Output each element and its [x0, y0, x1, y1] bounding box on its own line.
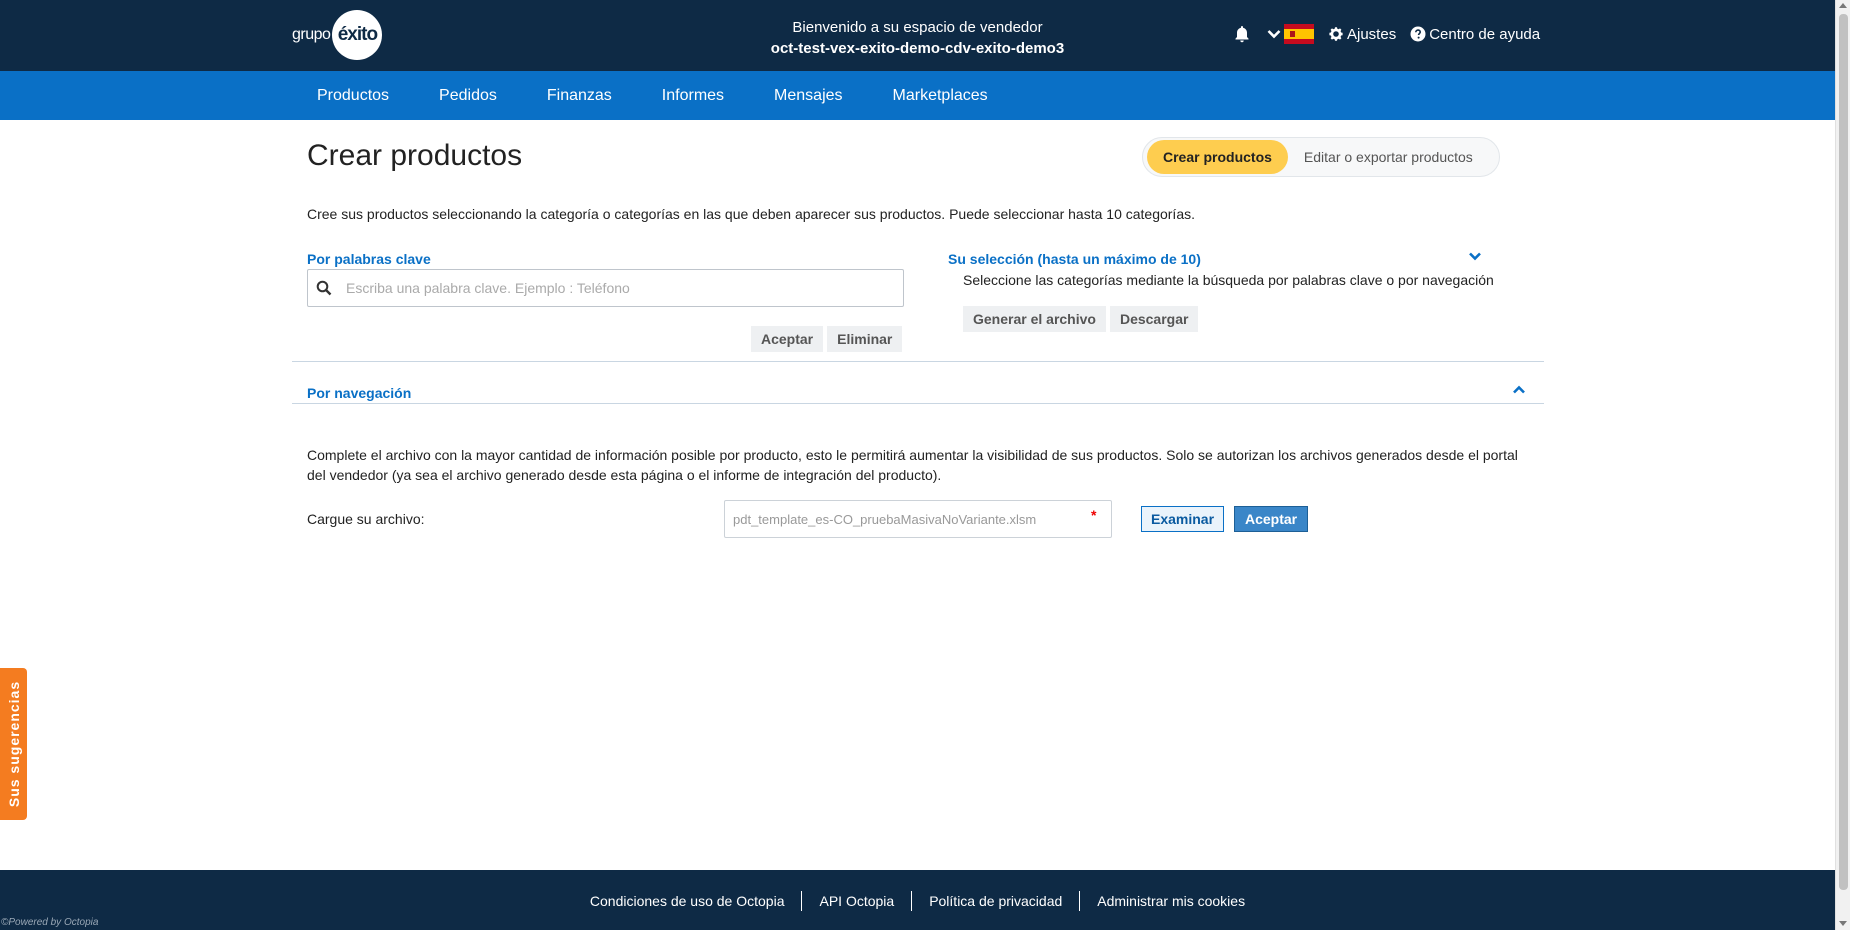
shop-name: oct-test-vex-exito-demo-cdv-exito-demo3: [770, 40, 1065, 57]
help-circle-icon: [1410, 26, 1426, 42]
keyword-accept-button[interactable]: Aceptar: [751, 326, 824, 352]
upload-accept-button[interactable]: Aceptar: [1234, 506, 1309, 532]
nav-item-informes[interactable]: Informes: [637, 71, 749, 120]
feedback-tab[interactable]: Sus sugerencias: [0, 668, 27, 820]
settings-link[interactable]: Ajustes: [1328, 26, 1396, 43]
chevron-up-icon[interactable]: [1512, 383, 1526, 397]
search-icon: [316, 280, 332, 296]
page-scrollbar[interactable]: [1835, 0, 1850, 930]
download-button[interactable]: Descargar: [1109, 306, 1199, 332]
footer-link-privacy[interactable]: Política de privacidad: [911, 891, 1079, 911]
welcome-block: Bienvenido a su espacio de vendedor oct-…: [700, 17, 1135, 59]
file-path-field[interactable]: pdt_template_es-CO_pruebaMasivaNoVariant…: [724, 500, 1112, 538]
nav-item-finanzas[interactable]: Finanzas: [522, 71, 637, 120]
nav-item-pedidos[interactable]: Pedidos: [414, 71, 522, 120]
required-mark: *: [1091, 507, 1097, 523]
scroll-thumb[interactable]: [1839, 14, 1848, 890]
file-name: pdt_template_es-CO_pruebaMasivaNoVariant…: [733, 512, 1037, 527]
browse-section-label[interactable]: Por navegación: [307, 385, 411, 401]
generate-file-button[interactable]: Generar el archivo: [963, 306, 1106, 332]
keyword-delete-button[interactable]: Eliminar: [827, 326, 903, 352]
keyword-actions: Aceptar Eliminar: [751, 326, 903, 352]
mode-toggle: Crear productos Editar o exportar produc…: [1142, 137, 1500, 177]
powered-by: ©Powered by Octopia: [1, 917, 99, 928]
header-actions: Ajustes Centro de ayuda: [1234, 24, 1554, 44]
gear-icon: [1329, 27, 1343, 41]
spain-flag-icon[interactable]: [1284, 24, 1314, 44]
keyword-search-box: [307, 269, 904, 307]
divider: [292, 403, 1544, 404]
logo-mark: éxito: [332, 10, 383, 60]
scroll-up-arrow-icon[interactable]: [1839, 3, 1847, 8]
feedback-label: Sus sugerencias: [5, 680, 22, 808]
selection-hint: Seleccione las categorías mediante la bú…: [963, 272, 1494, 288]
main-nav: Productos Pedidos Finanzas Informes Mens…: [0, 71, 1835, 120]
upload-instructions: Complete el archivo con la mayor cantida…: [307, 447, 1518, 483]
divider: [292, 361, 1544, 362]
tab-editar-exportar[interactable]: Editar o exportar productos: [1288, 149, 1489, 165]
footer-link-api[interactable]: API Octopia: [801, 891, 911, 911]
top-header: grupo éxito Bienvenido a su espacio de v…: [0, 0, 1835, 71]
page-title: Crear productos: [307, 139, 523, 172]
footer: Condiciones de uso de Octopia API Octopi…: [0, 870, 1835, 930]
logo-prefix: grupo: [292, 26, 331, 43]
selection-actions: Generar el archivo Descargar: [963, 306, 1199, 332]
tab-crear-productos[interactable]: Crear productos: [1147, 140, 1288, 174]
chevron-down-icon[interactable]: [1468, 249, 1482, 263]
help-label: Centro de ayuda: [1429, 25, 1541, 43]
nav-item-marketplaces[interactable]: Marketplaces: [868, 71, 1013, 120]
grupo-exito-logo[interactable]: grupo éxito: [292, 10, 383, 60]
keyword-search-input[interactable]: [346, 271, 886, 305]
upload-label: Cargue su archivo:: [307, 511, 425, 527]
bell-icon[interactable]: [1234, 25, 1250, 43]
chevron-down-icon[interactable]: [1266, 26, 1282, 42]
footer-link-cookies[interactable]: Administrar mis cookies: [1079, 891, 1262, 911]
welcome-text: Bienvenido a su espacio de vendedor: [792, 19, 1043, 36]
nav-item-productos[interactable]: Productos: [292, 71, 414, 120]
scroll-down-arrow-icon[interactable]: [1839, 921, 1847, 926]
intro-text: Cree sus productos seleccionando la cate…: [307, 206, 1196, 222]
browse-button[interactable]: Examinar: [1141, 506, 1225, 532]
help-center-link[interactable]: Centro de ayuda: [1410, 26, 1540, 43]
footer-link-terms[interactable]: Condiciones de uso de Octopia: [573, 891, 802, 911]
settings-label: Ajustes: [1347, 25, 1397, 43]
keyword-section-label: Por palabras clave: [307, 251, 431, 267]
nav-item-mensajes[interactable]: Mensajes: [749, 71, 867, 120]
selection-section-label: Su selección (hasta un máximo de 10): [948, 251, 1201, 267]
